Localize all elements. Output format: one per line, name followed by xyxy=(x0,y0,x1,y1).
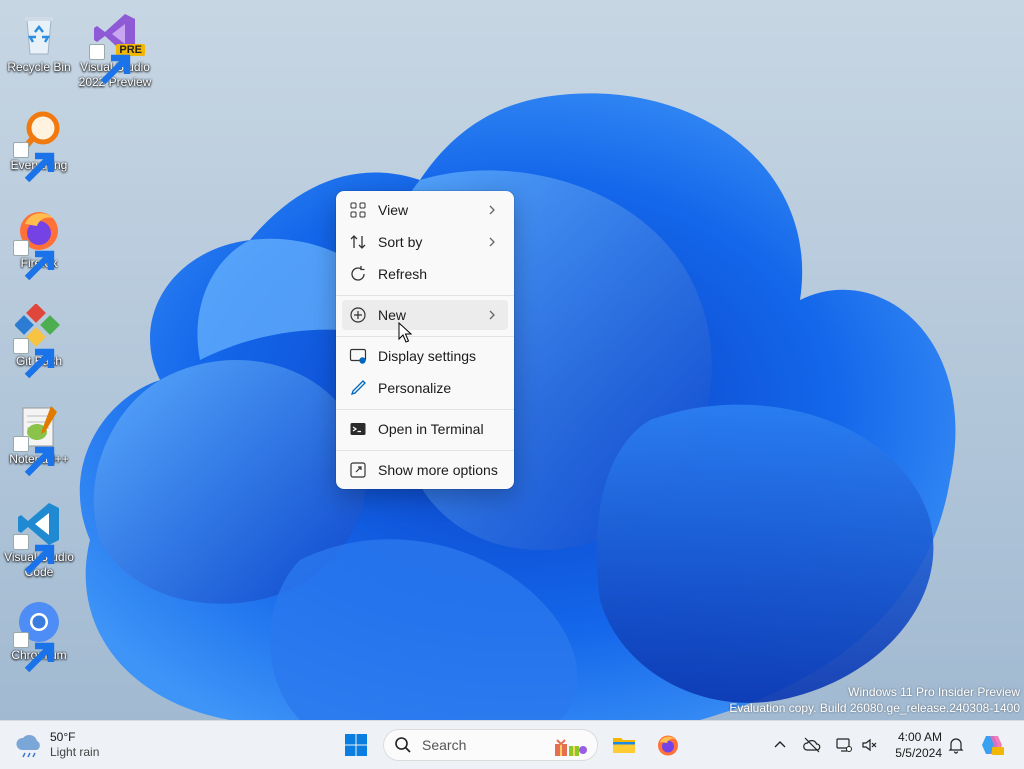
folder-icon xyxy=(613,738,635,753)
bell-icon xyxy=(948,738,964,754)
weather-widget[interactable]: 50°F Light rain xyxy=(14,729,99,761)
desktop-icon-vscode[interactable]: Visual Studio Code xyxy=(2,496,76,580)
menu-item-sort-by[interactable]: Sort by xyxy=(342,227,508,257)
notifications-button[interactable] xyxy=(944,733,968,757)
menu-item-label: Display settings xyxy=(378,348,477,364)
watermark-line-2: Evaluation copy. Build 26080.ge_release.… xyxy=(729,701,1020,715)
search-highlight-gifts-icon xyxy=(555,739,587,756)
weather-temp: 50°F xyxy=(50,730,76,744)
notepad-plus-plus-icon xyxy=(13,402,63,477)
taskbar-firefox[interactable] xyxy=(652,729,684,761)
chevron-right-icon xyxy=(489,310,495,320)
cloud-offline-icon xyxy=(803,737,821,753)
chevron-right-icon xyxy=(489,205,495,215)
menu-item-label: View xyxy=(378,202,409,218)
evaluation-watermark: Windows 11 Pro Insider Preview Evaluatio… xyxy=(729,684,1020,716)
shortcut-arrow-icon xyxy=(13,240,55,281)
vscode-icon xyxy=(13,500,63,575)
copilot-icon xyxy=(982,736,1004,755)
start-button[interactable] xyxy=(340,729,372,761)
desktop-context-menu: View Sort by Refresh New Display setting… xyxy=(336,191,514,489)
search-icon xyxy=(395,737,411,753)
menu-separator xyxy=(336,336,514,337)
tray-volume[interactable] xyxy=(858,733,882,757)
desktop-icon-notepad-plus-plus[interactable]: Notepad++ xyxy=(2,398,76,477)
search-input[interactable] xyxy=(420,736,544,754)
shortcut-arrow-icon xyxy=(13,142,55,183)
firefox-icon xyxy=(13,206,63,281)
menu-item-show-more-options[interactable]: Show more options xyxy=(342,455,508,485)
tray-show-hidden-icons[interactable] xyxy=(768,733,792,757)
tray-network[interactable] xyxy=(832,733,856,757)
terminal-icon xyxy=(348,419,368,439)
taskbar: 50°F Light rain 4:00 AM 5/5/2024 xyxy=(0,720,1024,769)
cloud-rain-icon xyxy=(16,734,40,758)
shortcut-arrow-icon xyxy=(13,534,55,575)
menu-item-new[interactable]: New xyxy=(342,300,508,330)
firefox-icon xyxy=(658,735,678,756)
menu-separator xyxy=(336,409,514,410)
desktop-icon-recycle-bin[interactable]: Recycle Bin xyxy=(2,6,76,75)
chevron-up-icon xyxy=(774,741,786,748)
desktop-icon-firefox[interactable]: Firefox xyxy=(2,202,76,281)
menu-item-label: Personalize xyxy=(378,380,452,396)
git-bash-icon xyxy=(13,303,63,379)
desktop-icon-chromium[interactable]: Chromium xyxy=(2,594,76,673)
menu-item-personalize[interactable]: Personalize xyxy=(342,373,508,403)
menu-item-open-in-terminal[interactable]: Open in Terminal xyxy=(342,414,508,444)
copilot-button[interactable] xyxy=(976,729,1008,761)
pen-icon xyxy=(348,378,368,398)
windows-logo-icon xyxy=(345,734,367,756)
menu-item-label: Sort by xyxy=(378,234,423,250)
watermark-line-1: Windows 11 Pro Insider Preview xyxy=(848,685,1020,699)
weather-condition: Light rain xyxy=(50,745,100,759)
tray-onedrive[interactable] xyxy=(800,733,824,757)
chevron-right-icon xyxy=(489,237,495,247)
menu-item-display-settings[interactable]: Display settings xyxy=(342,341,508,371)
shortcut-arrow-icon xyxy=(13,436,55,477)
mouse-cursor-icon xyxy=(398,322,412,343)
sort-icon xyxy=(348,232,368,252)
taskbar-search[interactable] xyxy=(383,729,598,761)
clock-time: 4:00 AM xyxy=(897,730,942,744)
clock-date: 5/5/2024 xyxy=(895,746,942,760)
desktop-icon-git-bash[interactable]: Git Bash xyxy=(2,300,76,379)
menu-item-label: Show more options xyxy=(378,462,498,478)
plus-circle-icon xyxy=(348,305,368,325)
menu-item-label: Refresh xyxy=(378,266,428,282)
shortcut-arrow-icon xyxy=(89,44,131,85)
chromium-icon xyxy=(13,598,63,673)
menu-item-view[interactable]: View xyxy=(342,195,508,225)
network-icon xyxy=(836,738,852,752)
visual-studio-icon: PRE xyxy=(89,10,145,85)
desktop-icon-label: Recycle Bin xyxy=(7,60,71,74)
menu-item-label: Open in Terminal xyxy=(378,421,484,437)
more-options-icon xyxy=(348,460,368,480)
grid-view-icon xyxy=(348,200,368,220)
taskbar-clock[interactable]: 4:00 AM 5/5/2024 xyxy=(888,729,942,761)
shortcut-arrow-icon xyxy=(13,632,55,673)
shortcut-arrow-icon xyxy=(13,338,55,379)
desktop-icon-everything[interactable]: Everything xyxy=(2,104,76,183)
menu-separator xyxy=(336,295,514,296)
menu-separator xyxy=(336,450,514,451)
menu-item-refresh[interactable]: Refresh xyxy=(342,259,508,289)
taskbar-file-explorer[interactable] xyxy=(608,729,640,761)
everything-icon xyxy=(13,108,63,183)
refresh-icon xyxy=(348,264,368,284)
display-settings-icon xyxy=(348,346,368,366)
menu-item-label: New xyxy=(378,307,407,323)
recycle-bin-icon xyxy=(15,10,63,58)
volume-muted-icon xyxy=(862,738,877,752)
desktop-icon-visual-studio[interactable]: PRE Visual Studio 2022 Preview xyxy=(78,6,152,90)
